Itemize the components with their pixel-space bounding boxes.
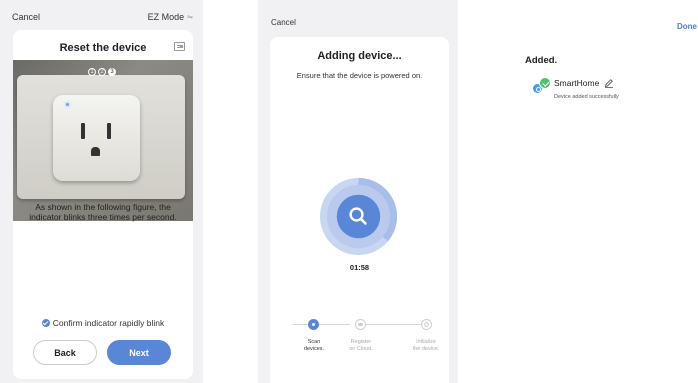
power-hint-text: Ensure that the device is powered on. [296,71,423,80]
success-check-icon [539,77,551,89]
device-init-icon [421,319,432,330]
setup-progress-stepper: Scan devices. Register on Cloud. Initial… [280,319,439,369]
step-register-line2: on Cloud. [349,346,373,352]
cloud-icon [355,319,366,330]
photo-step-indicator: 1 2 3 [88,68,116,76]
step-register-label: Register on Cloud. [336,339,386,353]
step-initialize-line1: Initialize [416,339,436,345]
photo-step-1: 1 [88,68,96,76]
ez-mode-switch[interactable]: EZ Mode ⇋ [148,12,193,22]
plug-slot-right [107,123,111,139]
smart-plug-image [53,95,140,181]
device-name: SmartHome [554,78,600,88]
step-scan-line2: devices. [303,346,325,352]
photo-step-3: 3 [108,68,116,76]
page-title: Reset the device [59,42,147,54]
back-button[interactable]: Back [33,340,97,365]
swap-arrows-icon: ⇋ [187,14,193,21]
adding-card: Adding device... Ensure that the device … [270,37,449,383]
instruction-text: As shown in the following figure, the in… [29,202,177,222]
cancel-button[interactable]: Cancel [271,18,296,27]
spinner-core [336,194,381,239]
indicator-led [66,103,69,106]
ez-mode-label: EZ Mode [147,12,185,22]
device-added-screen: Done Added. SmartHome Device added succe… [458,0,698,383]
progress-line-1 [293,324,350,325]
device-photo: 1 2 3 [13,60,193,221]
cancel-button[interactable]: Cancel [12,12,40,22]
reset-device-screen: Cancel EZ Mode ⇋ Reset the device 1 2 3 [0,0,203,383]
screenshot-canvas: Cancel EZ Mode ⇋ Reset the device 1 2 3 [0,0,698,383]
progress-line-2 [366,324,424,325]
step-scan-label: Scan devices. [289,339,339,353]
step-scan-line1: Scan [307,339,321,345]
reset-card: Reset the device 1 2 3 As shown in the f… [13,30,193,379]
done-button[interactable]: Done [677,22,697,31]
page-title: Adding device... [317,50,402,62]
pencil-icon[interactable] [604,78,614,88]
step-initialize-line2: the device. [412,346,440,352]
plug-ground-hole [91,147,100,156]
confirm-label: Confirm indicator rapidly blink [52,318,165,328]
next-button[interactable]: Next [107,340,171,365]
device-status-text: Device added successfully [554,94,619,100]
search-progress-spinner [319,177,398,256]
plug-slot-left [81,123,85,139]
scan-dot-icon [308,319,319,330]
guide-card-icon[interactable] [174,42,185,51]
device-icon [531,77,553,97]
step-register-line1: Register [350,339,372,345]
check-circle-icon [41,319,50,327]
step-initialize-label: Initialize the device. [401,339,451,353]
adding-device-screen: Cancel Adding device... Ensure that the … [258,0,458,383]
added-heading: Added. [525,55,558,66]
confirm-indicator-checkbox[interactable]: Confirm indicator rapidly blink [13,318,193,328]
countdown-timer: 01:58 [349,263,370,272]
photo-step-2: 2 [98,68,106,76]
